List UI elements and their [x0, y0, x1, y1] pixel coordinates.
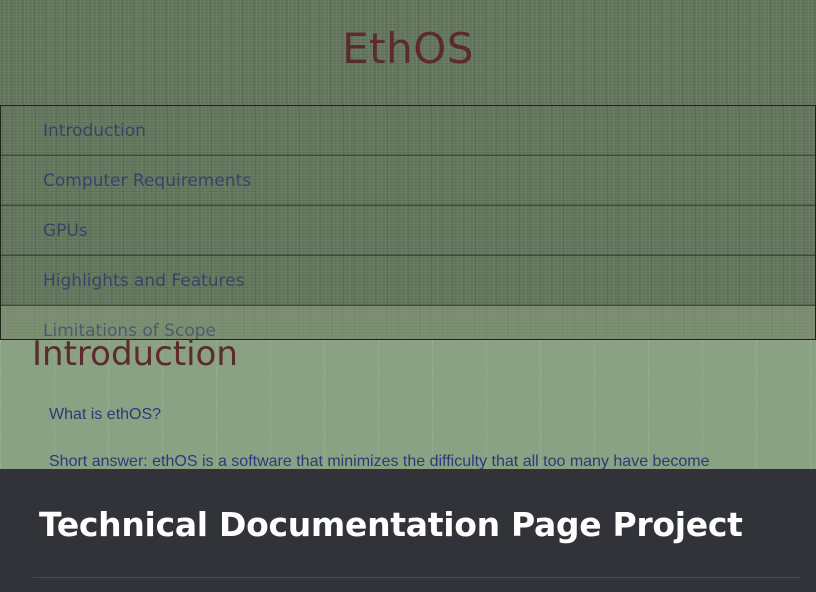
project-info-panel: Technical Documentation Page Project	[0, 469, 816, 592]
nav-link-label: Computer Requirements	[43, 171, 252, 191]
site-title: EthOS	[342, 24, 474, 73]
nav-link-introduction[interactable]: Introduction	[1, 106, 815, 156]
intro-question-text: What is ethOS?	[49, 406, 162, 423]
nav-link-gpus[interactable]: GPUs	[1, 206, 815, 256]
nav-link-highlights-and-features[interactable]: Highlights and Features	[1, 256, 815, 306]
page-preview: EthOS Introduction Computer Requirements…	[0, 0, 816, 592]
site-header: EthOS	[0, 0, 816, 106]
nav-link-computer-requirements[interactable]: Computer Requirements	[1, 156, 815, 206]
panel-divider	[33, 577, 801, 578]
project-title: Technical Documentation Page Project	[39, 505, 743, 544]
section-title-introduction: Introduction	[32, 334, 238, 374]
nav-link-label: Highlights and Features	[43, 271, 245, 291]
nav-link-label: GPUs	[43, 221, 88, 241]
nav-link-label: Introduction	[43, 121, 146, 141]
navbar: Introduction Computer Requirements GPUs …	[0, 105, 816, 340]
